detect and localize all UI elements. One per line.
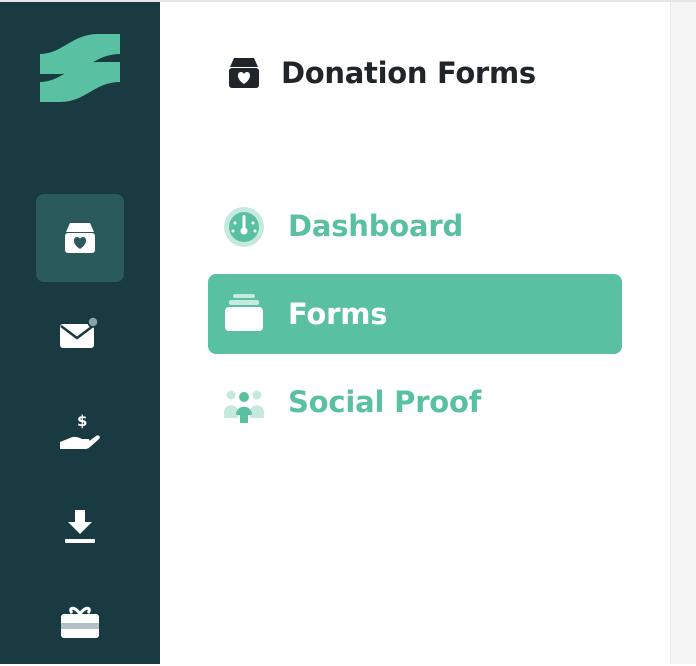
people-group-icon (224, 390, 264, 423)
download-icon (65, 510, 95, 543)
rail-item-export[interactable] (36, 482, 124, 570)
svg-text:$: $ (77, 412, 87, 430)
rail-item-donation-forms[interactable] (36, 194, 124, 282)
rail-item-gifts[interactable] (36, 578, 124, 666)
page-title: Donation Forms (281, 56, 536, 90)
rail-item-donations[interactable]: $ (36, 388, 124, 476)
hand-dollar-icon: $ (60, 412, 100, 449)
nav-label-forms: Forms (288, 297, 388, 331)
rail-item-messages[interactable] (36, 292, 124, 380)
donation-box-icon (65, 223, 95, 253)
nav-item-dashboard[interactable]: Dashboard (208, 186, 622, 266)
nav-item-forms[interactable]: Forms (208, 274, 622, 354)
nav-item-social-proof[interactable]: Social Proof (208, 362, 622, 442)
right-edge-panel (670, 2, 696, 664)
nav-label-social-proof: Social Proof (288, 385, 482, 419)
gauge-icon (224, 207, 264, 247)
gift-icon (61, 606, 99, 638)
app-rail: $ (0, 2, 160, 664)
nav-label-dashboard: Dashboard (288, 209, 464, 243)
envelope-icon (60, 316, 98, 348)
donation-box-icon (229, 58, 259, 88)
brand-logo[interactable] (38, 32, 122, 104)
notification-dot (87, 316, 98, 328)
forms-stack-icon (225, 294, 263, 331)
